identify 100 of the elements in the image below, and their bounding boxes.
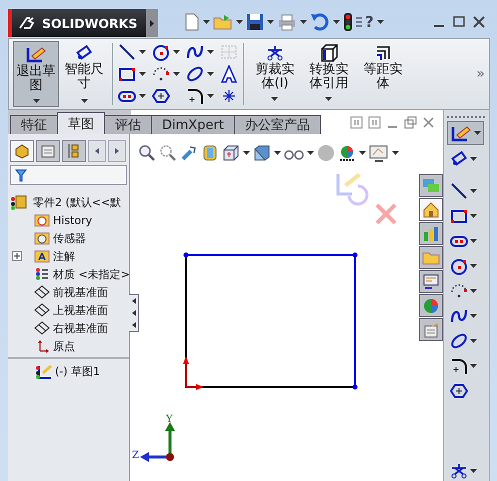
manager-tab[interactable] xyxy=(36,140,60,162)
caret-icon[interactable] xyxy=(470,214,477,218)
caret-icon[interactable] xyxy=(139,50,146,54)
caret-icon[interactable] xyxy=(274,151,281,155)
rectangle-icon[interactable] xyxy=(450,207,468,225)
filter-field[interactable] xyxy=(10,165,127,185)
tree-item-label[interactable]: 前视基准面 xyxy=(53,284,108,300)
restore-icon[interactable] xyxy=(404,116,417,128)
zoom-to-fit-icon[interactable] xyxy=(138,144,156,162)
tree-item-label[interactable]: 零件2 (默认<<默 xyxy=(33,194,122,210)
caret-icon[interactable] xyxy=(470,289,477,293)
maximize-icon[interactable] xyxy=(452,16,466,28)
sketch-rectangle[interactable] xyxy=(184,252,358,390)
caret-icon[interactable] xyxy=(173,50,180,54)
undo-icon[interactable] xyxy=(310,13,330,31)
section-view-icon[interactable] xyxy=(201,144,219,162)
previous-view-icon[interactable] xyxy=(180,144,198,162)
tree-item-label[interactable]: 传感器 xyxy=(53,230,86,246)
more-button[interactable]: » xyxy=(476,66,485,82)
home-icon[interactable] xyxy=(422,202,440,218)
caret-icon[interactable] xyxy=(470,239,477,243)
caret-icon[interactable] xyxy=(236,20,243,24)
tree-item-label[interactable]: (-) 草图1 xyxy=(55,364,100,378)
tab[interactable]: 评估 xyxy=(104,115,152,134)
view-orientation-icon[interactable] xyxy=(222,144,240,162)
point-icon[interactable] xyxy=(220,87,238,105)
scroll-left-button[interactable] xyxy=(88,140,106,162)
cube-icon[interactable] xyxy=(320,44,338,62)
spline-icon[interactable] xyxy=(450,307,468,325)
caret-icon[interactable] xyxy=(80,99,88,103)
polygon-icon[interactable] xyxy=(152,87,170,105)
caret-icon[interactable] xyxy=(470,364,477,368)
caret-icon[interactable] xyxy=(207,72,214,76)
dimension-icon[interactable] xyxy=(75,44,93,62)
caret-icon[interactable] xyxy=(271,97,278,101)
ribbon-button[interactable]: 等距实体 xyxy=(357,41,409,107)
tile-right-icon[interactable] xyxy=(368,116,381,128)
caret-icon[interactable] xyxy=(474,131,481,135)
tree-item-label[interactable]: 原点 xyxy=(53,338,75,354)
toolbar-button[interactable] xyxy=(447,121,484,145)
caret-icon[interactable] xyxy=(139,94,146,98)
task-pane-tab[interactable] xyxy=(419,198,443,221)
rectangle-icon[interactable] xyxy=(118,65,136,83)
task-pane-tab[interactable] xyxy=(419,318,443,341)
caret-icon[interactable] xyxy=(325,97,332,101)
fillet-icon[interactable] xyxy=(450,357,468,375)
appearance-icon[interactable] xyxy=(422,298,440,314)
spline-icon[interactable] xyxy=(186,43,204,61)
scroll-right-button[interactable] xyxy=(108,140,126,162)
panel-collapse-handle[interactable] xyxy=(129,294,139,332)
caret-icon[interactable] xyxy=(207,50,214,54)
ribbon-button[interactable]: 转换实体引用 xyxy=(303,41,355,107)
help-button[interactable]: ? xyxy=(365,13,374,31)
monitor-icon[interactable] xyxy=(369,144,389,162)
caret-icon[interactable] xyxy=(470,469,477,473)
new-document-icon[interactable] xyxy=(184,13,200,31)
caret-icon[interactable] xyxy=(203,20,210,24)
traffic-light-icon[interactable] xyxy=(343,12,353,32)
tab[interactable]: 特征 xyxy=(10,115,58,134)
close-icon[interactable] xyxy=(422,116,435,128)
circle-icon[interactable] xyxy=(152,43,170,61)
display-style-icon[interactable] xyxy=(253,144,271,162)
line-icon[interactable] xyxy=(450,182,468,200)
caret-icon[interactable] xyxy=(243,151,250,155)
zoom-area-icon[interactable] xyxy=(159,144,177,162)
app-logo[interactable]: SOLIDWORKS xyxy=(8,9,146,37)
options-icon[interactable] xyxy=(356,16,362,28)
caret-icon[interactable] xyxy=(392,151,399,155)
ribbon-button[interactable]: 退出草图 xyxy=(13,41,59,107)
custom-properties-icon[interactable] xyxy=(422,322,440,338)
caret-icon[interactable] xyxy=(359,151,366,155)
library-icon[interactable] xyxy=(422,226,440,242)
manager-tab[interactable] xyxy=(10,140,34,162)
caret-icon[interactable] xyxy=(470,189,477,193)
tree-item-label[interactable]: 右视基准面 xyxy=(53,320,108,336)
caret-icon[interactable] xyxy=(307,151,314,155)
tab[interactable]: 草图 xyxy=(57,112,105,134)
dimension-icon[interactable] xyxy=(450,150,468,168)
caret-icon[interactable] xyxy=(376,20,384,24)
arc-icon[interactable] xyxy=(152,65,170,83)
tab[interactable]: DimXpert xyxy=(151,115,235,134)
caret-icon[interactable] xyxy=(470,339,477,343)
caret-icon[interactable] xyxy=(32,99,40,103)
caret-icon[interactable] xyxy=(267,20,274,24)
offset-icon[interactable] xyxy=(374,44,392,62)
scissors-icon[interactable] xyxy=(266,44,284,62)
tree-item-label[interactable]: 材质 <未指定> xyxy=(53,266,130,282)
caret-icon[interactable] xyxy=(470,157,477,161)
circle-icon[interactable] xyxy=(450,257,468,275)
caret-icon[interactable] xyxy=(333,20,340,24)
caret-icon[interactable] xyxy=(173,72,180,76)
ellipse-icon[interactable] xyxy=(186,65,204,83)
tree-item-label[interactable]: 注解 xyxy=(53,248,75,264)
arc-icon[interactable] xyxy=(450,282,468,300)
caret-icon[interactable] xyxy=(300,20,307,24)
caret-icon[interactable] xyxy=(470,264,477,268)
caret-icon[interactable] xyxy=(207,94,214,98)
manager-tab[interactable] xyxy=(62,140,86,162)
tab[interactable]: 办公室产品 xyxy=(234,115,321,134)
tree-item-label[interactable]: History xyxy=(53,214,92,226)
